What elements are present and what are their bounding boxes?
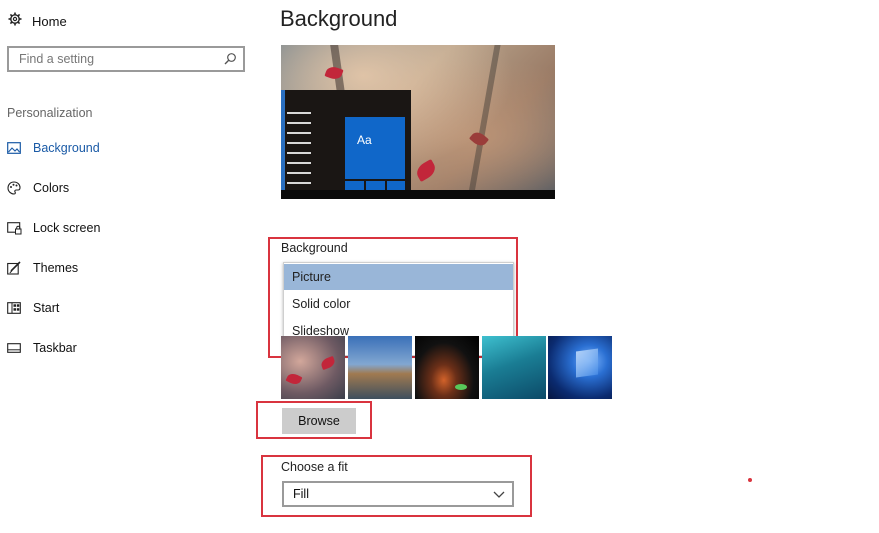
option-label: Solid color	[292, 297, 351, 311]
thumb-leaf	[319, 355, 337, 371]
picture-icon	[6, 140, 22, 156]
sidebar-item-taskbar[interactable]: Taskbar	[6, 337, 77, 359]
option-picture[interactable]: Picture	[284, 264, 513, 290]
fit-select[interactable]: Fill	[282, 481, 514, 507]
sidebar-item-background[interactable]: Background	[6, 137, 100, 159]
page-title: Background	[280, 6, 398, 31]
preview-start-bar	[281, 90, 285, 199]
search-icon[interactable]	[224, 52, 237, 70]
preview-tile-label: Aa	[357, 133, 372, 147]
home-nav-item[interactable]: Home	[8, 10, 67, 32]
thumb-glow	[455, 384, 467, 390]
thumb-leaf	[285, 371, 303, 387]
preview-menu-line	[287, 112, 311, 114]
background-preview: Aa	[281, 45, 555, 199]
preview-tile	[387, 181, 405, 190]
home-label: Home	[32, 13, 67, 29]
preview-taskbar	[281, 190, 555, 199]
sidebar-item-label: Colors	[33, 181, 70, 195]
preview-menu-line	[287, 142, 311, 144]
recent-picture-thumbnail[interactable]	[348, 336, 412, 399]
option-solid-color[interactable]: Solid color	[284, 291, 513, 317]
search-input[interactable]: Find a setting	[7, 46, 245, 72]
preview-branch	[467, 45, 501, 199]
sidebar-item-lock-screen[interactable]: Lock screen	[6, 217, 100, 239]
option-label: Picture	[292, 270, 331, 284]
preview-leaf	[413, 159, 439, 182]
sidebar-item-label: Start	[33, 301, 60, 315]
sidebar-item-label: Background	[33, 141, 100, 155]
recent-picture-thumbnail[interactable]	[415, 336, 479, 399]
browse-button[interactable]: Browse	[282, 408, 356, 434]
preview-tile-large: Aa	[345, 117, 405, 179]
preview-menu-line	[287, 122, 311, 124]
sidebar-item-themes[interactable]: Themes	[6, 257, 78, 279]
preview-tile	[366, 181, 385, 190]
fit-value: Fill	[293, 487, 309, 501]
palette-icon	[6, 180, 22, 196]
fit-label: Choose a fit	[281, 460, 348, 474]
search-placeholder: Find a setting	[19, 52, 95, 66]
lock-screen-icon	[6, 220, 22, 236]
preview-menu-line	[287, 132, 311, 134]
preview-menu-line	[287, 152, 311, 154]
start-grid-icon	[6, 300, 22, 316]
sidebar-item-colors[interactable]: Colors	[6, 177, 69, 199]
recent-picture-thumbnail[interactable]	[482, 336, 546, 399]
preview-menu-line	[287, 172, 311, 174]
sidebar-item-label: Taskbar	[33, 341, 77, 355]
section-label: Personalization	[7, 106, 93, 120]
preview-tile	[345, 181, 364, 190]
taskbar-icon	[6, 340, 22, 356]
recent-picture-thumbnail[interactable]	[548, 336, 612, 399]
background-select-label: Background	[281, 241, 348, 255]
preview-menu-line	[287, 182, 311, 184]
sidebar-item-start[interactable]: Start	[6, 297, 59, 319]
preview-menu-line	[287, 162, 311, 164]
brush-icon	[6, 260, 22, 276]
sidebar-item-label: Lock screen	[33, 221, 101, 235]
thumb-windows-logo	[576, 348, 598, 378]
recent-picture-thumbnail[interactable]	[281, 336, 345, 399]
gear-icon	[8, 12, 22, 31]
red-dot	[748, 478, 752, 482]
chevron-down-icon	[492, 487, 506, 506]
sidebar-item-label: Themes	[33, 261, 79, 275]
